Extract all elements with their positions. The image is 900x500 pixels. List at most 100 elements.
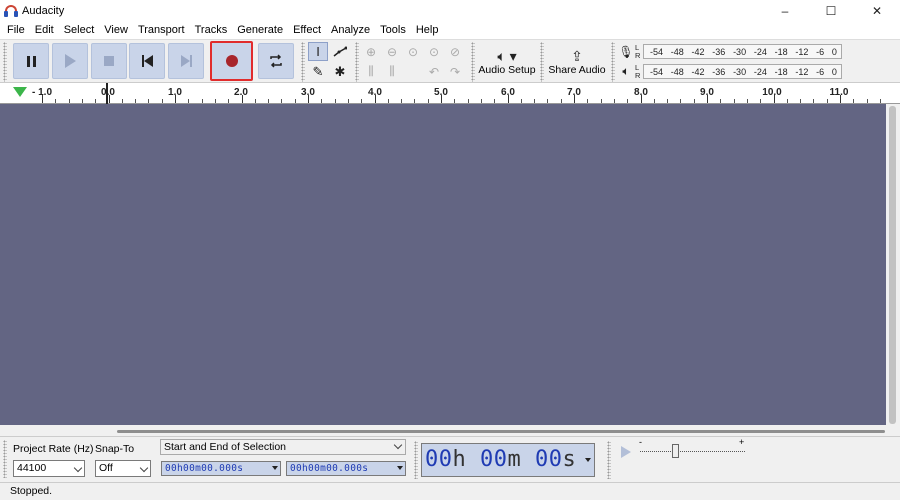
menu-help[interactable]: Help — [411, 21, 444, 39]
recording-meter[interactable]: 🎙︎ LR -54 -48 -42 -36 -30 -24 -18 -12 -6… — [617, 42, 842, 61]
stop-icon — [104, 56, 114, 66]
pin-playhead-icon[interactable] — [13, 87, 27, 97]
menu-select[interactable]: Select — [59, 21, 100, 39]
selection-end-time[interactable]: 00h00m00.000s — [286, 461, 406, 476]
transport-toolbar-grip[interactable] — [3, 42, 7, 82]
loop-button[interactable] — [258, 43, 294, 79]
ruler-major-tick — [42, 95, 43, 103]
chevron-down-icon — [393, 440, 403, 450]
ruler-minor-tick — [361, 99, 363, 103]
undo-button[interactable]: ↶ — [424, 62, 444, 81]
selection-mode-select[interactable]: Start and End of Selection — [160, 439, 406, 455]
silence-audio-button[interactable]: ⫼ — [382, 62, 402, 81]
menu-transport[interactable]: Transport — [133, 21, 190, 39]
selection-start-value: 00h00m00.000s — [165, 463, 244, 474]
time-format-dropdown-icon[interactable] — [397, 466, 403, 470]
meter-tick: -6 — [816, 67, 825, 77]
project-rate-value: 44100 — [17, 462, 47, 474]
zoom-toggle-button[interactable]: ⊘ — [445, 42, 465, 61]
menu-analyze[interactable]: Analyze — [326, 21, 375, 39]
minimize-button[interactable]: – — [762, 0, 808, 21]
selection-tool-button[interactable]: I — [308, 42, 328, 61]
ruler-major-tick — [108, 95, 110, 103]
status-bar: Stopped. — [0, 482, 900, 500]
horizontal-scrollbar[interactable] — [0, 425, 886, 436]
skip-to-start-icon — [141, 55, 153, 67]
menu-tools[interactable]: Tools — [375, 21, 411, 39]
tools-toolbar-grip[interactable] — [301, 42, 305, 82]
ruler-minor-tick — [414, 99, 416, 103]
close-button[interactable]: ✕ — [854, 0, 900, 21]
ruler-minor-tick — [547, 99, 549, 103]
play-at-speed-button[interactable] — [616, 443, 635, 461]
stop-button[interactable] — [91, 43, 127, 79]
i-beam-icon: I — [316, 44, 320, 59]
menu-view[interactable]: View — [99, 21, 133, 39]
selection-toolbar-grip[interactable] — [3, 440, 7, 478]
track-panel[interactable] — [0, 104, 886, 425]
menu-edit[interactable]: Edit — [30, 21, 59, 39]
skip-to-start-button[interactable] — [129, 43, 165, 79]
ruler-major-tick — [707, 95, 708, 103]
audio-position-display[interactable]: 00h 00m 00s — [421, 443, 595, 477]
snap-to-select[interactable]: Off — [95, 460, 151, 477]
microphone-icon: 🎙︎ — [618, 44, 634, 59]
time-toolbar-grip[interactable] — [414, 441, 418, 479]
time-format-dropdown-icon[interactable] — [585, 458, 591, 462]
redo-button[interactable]: ↷ — [445, 62, 465, 81]
ruler-minor-tick — [653, 99, 655, 103]
menu-tracks[interactable]: Tracks — [190, 21, 233, 39]
playback-speed-slider-thumb[interactable] — [672, 444, 679, 458]
hours-value: 00 — [425, 447, 453, 472]
play-at-speed-toolbar-grip[interactable] — [607, 441, 611, 479]
share-audio-toolbar-grip[interactable] — [540, 42, 544, 82]
ruler-minor-tick — [853, 99, 855, 103]
ruler-minor-tick — [587, 99, 589, 103]
play-button[interactable] — [52, 43, 88, 79]
selection-start-time[interactable]: 00h00m00.000s — [161, 461, 281, 476]
speed-max-label: + — [739, 437, 745, 447]
meter-toolbar-grip[interactable] — [611, 42, 615, 82]
playback-meter[interactable]: 🔈︎ LR -54 -48 -42 -36 -30 -24 -18 -12 -6… — [617, 62, 842, 81]
fit-project-button[interactable]: ⊙ — [424, 42, 444, 61]
maximize-button[interactable]: ☐ — [808, 0, 854, 21]
playback-meter-scale[interactable]: -54 -48 -42 -36 -30 -24 -18 -12 -6 0 — [643, 64, 842, 79]
multi-tool-button[interactable]: ✱ — [330, 62, 350, 81]
ruler-minor-tick — [667, 99, 669, 103]
ruler-major-tick — [175, 95, 176, 103]
ruler-minor-tick — [55, 99, 57, 103]
skip-to-end-button[interactable] — [168, 43, 204, 79]
record-button[interactable] — [210, 41, 253, 81]
horizontal-scrollbar-thumb[interactable] — [117, 430, 885, 433]
audio-setup-button[interactable]: 🔈︎ ▾ Audio Setup — [478, 43, 536, 81]
vertical-scrollbar-thumb[interactable] — [889, 106, 896, 424]
timeline-ruler[interactable]: - 1.0 0.0 1.0 2.0 3.0 4.0 5.0 6.0 7.0 8.… — [0, 83, 900, 104]
recording-meter-scale[interactable]: -54 -48 -42 -36 -30 -24 -18 -12 -6 0 — [643, 44, 842, 59]
menu-file[interactable]: File — [2, 21, 30, 39]
fit-selection-button[interactable]: ⊙ — [403, 42, 423, 61]
meter-tick: -54 — [650, 67, 664, 77]
status-text: Stopped. — [10, 485, 53, 497]
meter-tick: -48 — [670, 67, 684, 77]
zoom-in-button[interactable]: ⊕ — [361, 42, 381, 61]
meter-tick: -30 — [733, 67, 747, 77]
edit-toolbar-grip[interactable] — [355, 42, 359, 82]
share-audio-button[interactable]: ⇪ Share Audio — [547, 43, 607, 81]
ruler-major-tick — [441, 95, 442, 103]
time-format-dropdown-icon[interactable] — [272, 466, 278, 470]
chevron-down-icon — [139, 463, 149, 473]
draw-tool-button[interactable]: ✎ — [308, 62, 328, 81]
zoom-out-button[interactable]: ⊖ — [382, 42, 402, 61]
project-rate-select[interactable]: 44100 — [13, 460, 85, 477]
meter-tick: -18 — [774, 67, 788, 77]
meter-tick: -6 — [816, 47, 825, 57]
envelope-tool-button[interactable] — [330, 42, 350, 61]
ruler-minor-tick — [693, 99, 695, 103]
pause-button[interactable] — [13, 43, 49, 79]
vertical-scrollbar[interactable] — [886, 104, 900, 436]
menu-generate[interactable]: Generate — [232, 21, 288, 39]
menu-effect[interactable]: Effect — [288, 21, 326, 39]
trim-audio-button[interactable]: ⫼ — [361, 62, 381, 81]
playback-speed-slider[interactable] — [640, 451, 745, 452]
audio-setup-toolbar-grip[interactable] — [471, 42, 475, 82]
